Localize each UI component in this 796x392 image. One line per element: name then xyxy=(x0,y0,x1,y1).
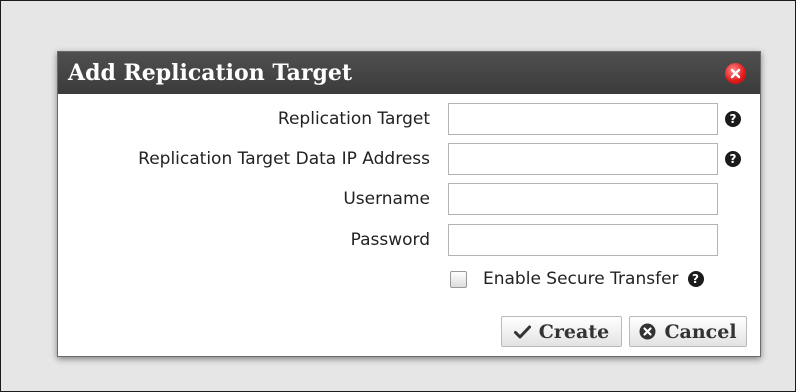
password-input[interactable] xyxy=(448,224,718,256)
secure-transfer-help-icon[interactable]: ? xyxy=(687,271,704,287)
create-button-label: Create xyxy=(538,320,610,343)
password-label: Password xyxy=(350,230,430,250)
create-button[interactable]: Create xyxy=(501,316,622,347)
username-input[interactable] xyxy=(448,183,718,215)
username-row: Username xyxy=(58,183,760,215)
dialog-title: Add Replication Target xyxy=(68,60,353,86)
cancel-circle-icon xyxy=(639,323,656,340)
replication-target-help-icon[interactable]: ? xyxy=(725,111,741,127)
replication-target-label: Replication Target xyxy=(277,109,430,129)
replication-target-ip-label: Replication Target Data IP Address xyxy=(138,149,430,169)
dialog-titlebar: Add Replication Target xyxy=(58,52,760,94)
replication-target-row: Replication Target ? xyxy=(58,103,760,135)
replication-target-ip-help-icon[interactable]: ? xyxy=(725,151,741,167)
replication-target-ip-row: Replication Target Data IP Address ? xyxy=(58,143,760,175)
replication-target-input[interactable] xyxy=(448,103,718,135)
close-icon[interactable] xyxy=(725,62,746,84)
page-background: Add Replication Target Replication Targe… xyxy=(0,0,796,392)
secure-transfer-label[interactable]: Enable Secure Transfer xyxy=(483,269,679,289)
secure-transfer-row: Enable Secure Transfer ? xyxy=(448,266,704,292)
add-replication-target-dialog: Add Replication Target Replication Targe… xyxy=(57,51,761,357)
cancel-button[interactable]: Cancel xyxy=(629,316,747,347)
secure-transfer-checkbox[interactable] xyxy=(450,270,467,288)
cancel-button-label: Cancel xyxy=(664,320,737,343)
replication-target-ip-input[interactable] xyxy=(448,143,718,175)
password-row: Password xyxy=(58,224,760,256)
username-label: Username xyxy=(343,189,430,209)
checkmark-icon xyxy=(513,325,531,339)
